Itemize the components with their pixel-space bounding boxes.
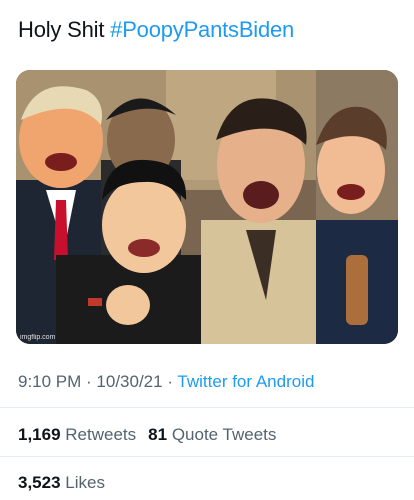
- meta-separator: ·: [81, 372, 97, 391]
- watermark: imgflip.com: [20, 334, 56, 341]
- retweets-label: Retweets: [65, 425, 137, 444]
- likes-label: Likes: [65, 473, 105, 492]
- quote-tweets-count: 81: [148, 425, 168, 444]
- person-right: [316, 106, 398, 344]
- hashtag-link[interactable]: #PoopyPantsBiden: [110, 17, 294, 42]
- tweet-meta: 9:10 PM · 10/30/21 · Twitter for Android: [18, 372, 314, 392]
- retweets-count: 1,169: [18, 425, 61, 444]
- engagement-stats: 1,169 Retweets 81 Quote Tweets: [18, 425, 276, 445]
- divider: [0, 456, 414, 457]
- retweets-stat[interactable]: 1,169 Retweets: [18, 425, 136, 444]
- meta-separator: ·: [162, 372, 178, 391]
- meme-image: [16, 70, 398, 344]
- likes-stat[interactable]: 3,523 Likes: [18, 473, 105, 493]
- likes-count: 3,523: [18, 473, 61, 492]
- quote-tweets-label: Quote Tweets: [171, 425, 277, 444]
- quote-tweets-stat[interactable]: 81 Quote Tweets: [148, 425, 276, 444]
- tweet-time[interactable]: 9:10 PM: [18, 372, 81, 391]
- tweet-text-body: Holy Shit: [18, 17, 111, 42]
- tweet-date[interactable]: 10/30/21: [96, 372, 162, 391]
- tweet-image[interactable]: imgflip.com: [16, 70, 398, 344]
- tweet-source-link[interactable]: Twitter for Android: [177, 372, 314, 391]
- person-right-middle: [201, 98, 321, 344]
- divider: [0, 407, 414, 408]
- tweet-text: Holy Shit #PoopyPantsBiden: [18, 16, 294, 44]
